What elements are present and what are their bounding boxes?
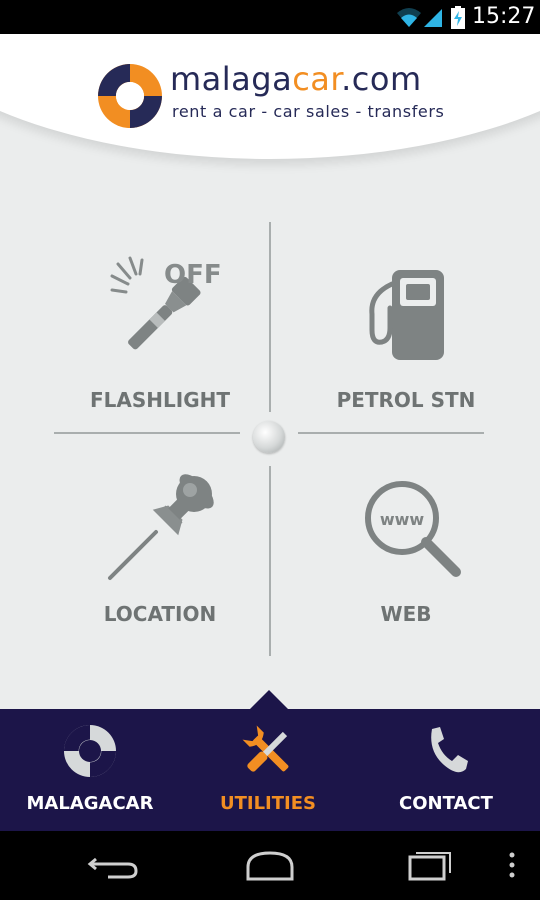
overflow-menu-icon bbox=[509, 852, 515, 878]
petrol-icon-wrap bbox=[356, 264, 466, 374]
location-label: LOCATION bbox=[103, 602, 217, 626]
brand-suffix: .com bbox=[341, 60, 422, 98]
pushpin-icon bbox=[108, 474, 214, 580]
tab-contact[interactable]: CONTACT bbox=[356, 709, 536, 831]
brand-accent: car bbox=[292, 60, 342, 98]
app-header: malagacar.com rent a car - car sales - t… bbox=[0, 34, 540, 174]
recent-apps-icon bbox=[408, 852, 451, 881]
tab-malagacar[interactable]: MALAGACAR bbox=[0, 709, 180, 831]
tools-icon bbox=[242, 725, 289, 772]
magnifier-www-icon: www bbox=[365, 481, 461, 577]
utilities-grid: OFF FLASHLIGHT PETROL STN LOCATION www W… bbox=[0, 174, 540, 709]
back-button[interactable] bbox=[62, 831, 162, 900]
web-icon-wrap: www bbox=[356, 478, 466, 588]
phone-icon bbox=[431, 727, 468, 773]
petrol-station-label: PETROL STN bbox=[336, 388, 476, 412]
system-nav-bar bbox=[0, 831, 540, 900]
back-icon bbox=[87, 857, 138, 879]
web-button[interactable]: www WEB bbox=[306, 464, 506, 664]
lifebuoy-logo bbox=[98, 64, 162, 128]
petrol-station-button[interactable]: PETROL STN bbox=[306, 250, 506, 450]
divider-vertical-top bbox=[269, 222, 271, 412]
brand-name: malagacar.com bbox=[170, 60, 422, 98]
fuel-pump-icon bbox=[369, 270, 444, 360]
signal-icon bbox=[424, 9, 442, 27]
tab-utilities[interactable]: UTILITIES bbox=[178, 709, 358, 831]
tab-utilities-label: UTILITIES bbox=[220, 793, 316, 814]
divider-vertical-bottom bbox=[269, 466, 271, 656]
wifi-icon bbox=[397, 8, 421, 27]
flashlight-state: OFF bbox=[164, 260, 222, 290]
battery-charging-icon bbox=[451, 6, 465, 29]
location-icon-wrap bbox=[104, 474, 214, 584]
bottom-tab-bar: MALAGACAR UTILITIES CONTACT bbox=[0, 709, 540, 831]
home-icon bbox=[246, 851, 294, 881]
flashlight-label: FLASHLIGHT bbox=[89, 388, 230, 412]
home-button[interactable] bbox=[220, 831, 320, 900]
status-bar: 15:27 bbox=[0, 0, 540, 34]
active-tab-pointer bbox=[250, 690, 288, 709]
recent-apps-button[interactable] bbox=[380, 831, 480, 900]
overflow-menu-button[interactable] bbox=[500, 831, 530, 900]
brand-prefix: malaga bbox=[170, 60, 293, 98]
location-button[interactable]: LOCATION bbox=[60, 464, 260, 664]
flashlight-button[interactable]: OFF FLASHLIGHT bbox=[60, 250, 260, 450]
lifebuoy-icon bbox=[63, 724, 117, 778]
tab-malagacar-label: MALAGACAR bbox=[26, 793, 154, 814]
tab-contact-label: CONTACT bbox=[399, 793, 493, 814]
status-clock: 15:27 bbox=[472, 4, 536, 29]
web-label: WEB bbox=[380, 602, 432, 626]
brand-tagline: rent a car - car sales - transfers bbox=[172, 102, 445, 121]
www-text: www bbox=[380, 510, 425, 529]
